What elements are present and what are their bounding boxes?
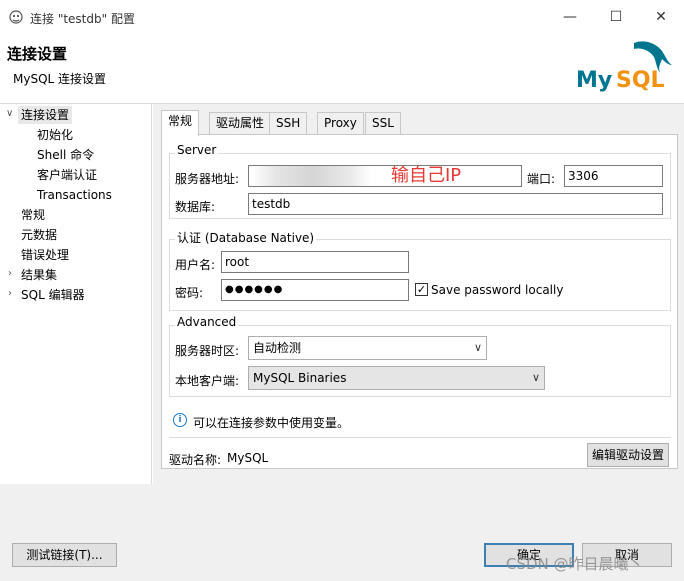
chevron-down-icon: ∨ [531, 371, 540, 384]
port-label: 端口: [527, 172, 556, 186]
nav-item-metadata[interactable]: 元数据 [21, 226, 57, 244]
dbeaver-icon [9, 10, 23, 24]
advanced-group-label: Advanced [175, 315, 239, 329]
watermark: CSDN @昨日晨曦丶 [506, 555, 644, 573]
info-icon: i [173, 413, 187, 427]
nav-item-error-handling[interactable]: 错误处理 [21, 246, 69, 264]
driver-name-label: 驱动名称: [169, 453, 222, 467]
nav-item-general[interactable]: 常规 [21, 206, 45, 224]
svg-text:SQL: SQL [616, 68, 665, 93]
chevron-right-icon[interactable]: › [8, 268, 12, 279]
local-client-select[interactable]: MySQL Binaries ∨ [248, 366, 545, 390]
chevron-right-icon[interactable]: › [8, 288, 12, 299]
tab-driver-props[interactable]: 驱动属性 [209, 112, 272, 134]
mysql-logo: My SQL [576, 41, 672, 93]
local-client-value: MySQL Binaries [253, 371, 347, 385]
local-client-label: 本地客户端: [175, 374, 240, 388]
host-label: 服务器地址: [175, 172, 240, 186]
port-input[interactable]: 3306 [564, 165, 663, 187]
minimize-icon[interactable]: — [558, 6, 582, 28]
nav-item-shell[interactable]: Shell 命令 [37, 146, 94, 164]
divider [169, 437, 671, 438]
settings-content: 常规 驱动属性 SSH Proxy SSL Server 服务器地址: 输自己I… [153, 104, 684, 484]
blurred-ip [252, 166, 372, 186]
password-label: 密码: [175, 286, 204, 300]
page-subtitle: MySQL 连接设置 [13, 72, 107, 86]
info-text: 可以在连接参数中使用变量。 [193, 416, 350, 430]
timezone-select[interactable]: 自动检测 ∨ [248, 336, 487, 360]
settings-nav: ∨ 连接设置 初始化 Shell 命令 客户端认证 Transactions 常… [0, 104, 152, 484]
chevron-down-icon[interactable]: ∨ [6, 108, 13, 119]
timezone-label: 服务器时区: [175, 344, 240, 358]
window-title: 连接 "testdb" 配置 [30, 12, 135, 26]
tab-general[interactable]: 常规 [161, 110, 200, 136]
nav-item-client-auth[interactable]: 客户端认证 [37, 166, 97, 184]
driver-name-value: MySQL [227, 451, 269, 465]
database-label: 数据库: [175, 200, 216, 214]
database-input[interactable]: testdb [248, 193, 663, 215]
close-icon[interactable]: ✕ [649, 6, 673, 28]
tab-ssh[interactable]: SSH [269, 112, 308, 134]
auth-group-label: 认证 (Database Native) [175, 229, 317, 246]
test-connection-button[interactable]: 测试链接(T)... [12, 543, 117, 567]
page-title: 连接设置 [7, 45, 68, 63]
maximize-icon[interactable]: ☐ [604, 6, 628, 28]
timezone-value: 自动检测 [253, 341, 302, 355]
nav-item-sql-editor[interactable]: SQL 编辑器 [21, 286, 85, 304]
edit-driver-settings-button[interactable]: 编辑驱动设置 [587, 443, 669, 467]
nav-item-init[interactable]: 初始化 [37, 126, 73, 144]
tab-ssl[interactable]: SSL [365, 112, 401, 134]
nav-item-connection[interactable]: 连接设置 [18, 106, 73, 124]
password-input[interactable]: ●●●●●● [221, 279, 409, 301]
server-group-label: Server [175, 143, 219, 157]
tab-proxy[interactable]: Proxy [317, 112, 364, 134]
ip-annotation: 输自己IP [391, 165, 462, 186]
save-password-label[interactable]: Save password locally [431, 283, 563, 297]
username-input[interactable]: root [221, 251, 409, 273]
username-label: 用户名: [175, 258, 216, 272]
chevron-down-icon: ∨ [473, 341, 482, 354]
svg-text:My: My [576, 68, 612, 93]
save-password-checkbox[interactable]: ✓ [415, 283, 428, 296]
general-panel: Server 服务器地址: 输自己IP 端口: 3306 数据库: testdb… [161, 134, 678, 469]
dialog-header: 连接设置 MySQL 连接设置 My SQL [0, 34, 684, 104]
nav-item-transactions[interactable]: Transactions [37, 186, 112, 204]
nav-item-resultset[interactable]: 结果集 [21, 266, 57, 284]
title-bar: 连接 "testdb" 配置 — ☐ ✕ [0, 0, 684, 34]
